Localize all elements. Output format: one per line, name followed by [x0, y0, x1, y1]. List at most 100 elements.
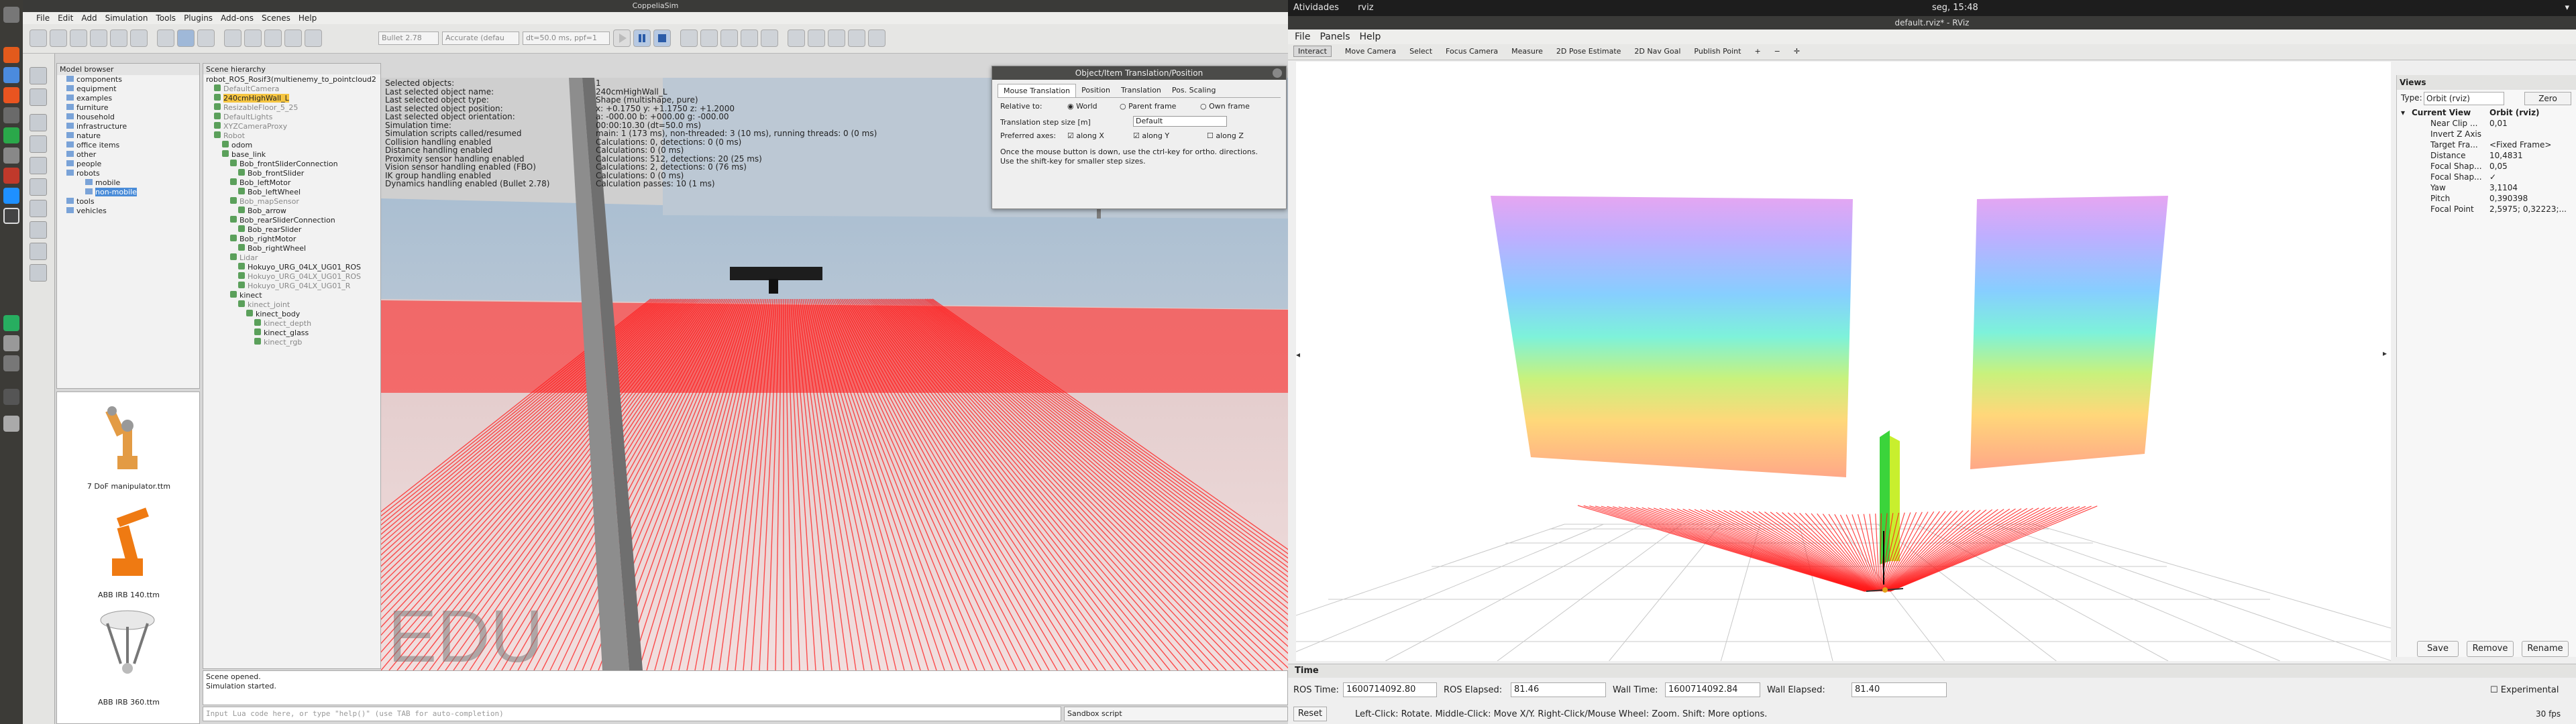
properties-icon[interactable]	[30, 114, 47, 131]
camera-shift-icon[interactable]	[70, 29, 87, 47]
scene-name[interactable]: robot_ROS_Rosif3(multienemy_to_pointclou…	[203, 74, 380, 84]
realtime-icon[interactable]	[680, 29, 698, 47]
menu-panels[interactable]: Panels	[1320, 32, 1350, 42]
scene-object-item[interactable]: Hokuyo_URG_04LX_UG01_ROS	[206, 263, 380, 272]
menu-file[interactable]: File	[1295, 32, 1310, 42]
app-icon[interactable]	[3, 315, 19, 331]
software-icon[interactable]	[3, 87, 19, 103]
app-icon[interactable]	[3, 355, 19, 371]
play-icon[interactable]	[613, 29, 631, 47]
visualization-icon[interactable]	[761, 29, 778, 47]
scene-object-item[interactable]: kinect	[206, 291, 380, 300]
current-view-row[interactable]: ▾ Current View Orbit (rviz)	[2397, 107, 2576, 118]
app-icon[interactable]	[3, 188, 19, 204]
save-button[interactable]: Save	[2417, 641, 2459, 657]
object-shift-icon[interactable]	[177, 29, 195, 47]
model-browser-icon[interactable]	[30, 67, 47, 84]
fit-view-icon[interactable]	[130, 29, 148, 47]
tab-translation[interactable]: Translation	[1116, 84, 1167, 97]
menu-plugins[interactable]: Plugins	[184, 13, 213, 23]
scene-object-item[interactable]: odom	[206, 141, 380, 150]
step-size-select[interactable]: Default	[1133, 116, 1227, 127]
dynamics-icon[interactable]	[305, 29, 322, 47]
view-property-row[interactable]: Yaw 3,1104	[2397, 182, 2576, 193]
eye-icon[interactable]	[808, 29, 825, 47]
scene-object-item[interactable]: Bob_frontSliderConnection	[206, 160, 380, 169]
view-property-row[interactable]: Focal Shap... 0,05	[2397, 161, 2576, 172]
transfer-dna-icon[interactable]	[244, 29, 262, 47]
scene-object-item[interactable]: Bob_frontSlider	[206, 169, 380, 178]
view-property-row[interactable]: Invert Z Axis	[2397, 129, 2576, 139]
tool-select[interactable]: Select	[1409, 47, 1432, 56]
app-icon[interactable]	[3, 147, 19, 164]
checkbox-along-y[interactable]: ☑ along Y	[1133, 131, 1169, 140]
camera-angle-icon[interactable]	[110, 29, 127, 47]
scene-object-item[interactable]: Robot	[206, 131, 380, 141]
scene-object-item[interactable]: XYZCameraProxy	[206, 122, 380, 131]
clock[interactable]: seg, 15:48	[1932, 0, 1978, 16]
scene-object-item[interactable]: kinect_body	[206, 310, 380, 319]
scene-object-item[interactable]: kinect_joint	[206, 300, 380, 310]
wall-elapsed-field[interactable]: 81.40	[1851, 682, 1947, 697]
app-icon[interactable]	[3, 335, 19, 351]
radio-world[interactable]: ◉ World	[1067, 102, 1097, 111]
files-icon[interactable]	[3, 67, 19, 83]
app-menu[interactable]: rviz	[1358, 3, 1373, 13]
zero-button[interactable]: Zero	[2524, 92, 2571, 105]
scene-object-item[interactable]: Bob_leftWheel	[206, 188, 380, 197]
app-icon[interactable]	[3, 127, 19, 143]
model-folder-item[interactable]: household	[61, 113, 199, 122]
lua-command-input[interactable]: Input Lua code here, or type "help()" (u…	[203, 707, 1061, 721]
script-icon[interactable]	[848, 29, 865, 47]
collapse-right-icon[interactable]: ▸	[2383, 349, 2387, 358]
scene-object-item[interactable]: Lidar	[206, 253, 380, 263]
model-folder-item[interactable]: mobile	[61, 178, 199, 188]
system-menu-icon[interactable]: ▾	[2565, 0, 2569, 16]
app-icon[interactable]	[3, 389, 19, 405]
app-icon[interactable]	[3, 416, 19, 432]
reset-button[interactable]: Reset	[1293, 707, 1327, 721]
checkbox-along-x[interactable]: ☑ along X	[1067, 131, 1104, 140]
pause-icon[interactable]	[633, 29, 651, 47]
faster-icon[interactable]	[720, 29, 738, 47]
wall-time-field[interactable]: 1600714092.84	[1665, 682, 1760, 697]
menu-tools[interactable]: Tools	[156, 13, 176, 23]
radio-parent-frame[interactable]: ○ Parent frame	[1120, 102, 1176, 111]
scene-object-item[interactable]: kinect_depth	[206, 319, 380, 328]
rviz-3d-view[interactable]: ◂	[1296, 62, 2391, 661]
physics-accuracy-select[interactable]: Accurate (defau	[442, 32, 519, 45]
menu-help[interactable]: Help	[1360, 32, 1381, 42]
ros-elapsed-field[interactable]: 81.46	[1511, 682, 1606, 697]
model-folder-item[interactable]: vehicles	[61, 206, 199, 216]
scene-object-item[interactable]: Bob_rightWheel	[206, 244, 380, 253]
model-folder-item[interactable]: examples	[61, 94, 199, 103]
scene-object-item[interactable]: Bob_arrow	[206, 206, 380, 216]
manipulator-thumbnail[interactable]	[97, 399, 158, 479]
scene-object-item[interactable]: DefaultLights	[206, 113, 380, 122]
crosshair-icon[interactable]: ✛	[1794, 47, 1800, 56]
tool-interact[interactable]: Interact	[1293, 46, 1332, 57]
object-rotate-icon[interactable]	[197, 29, 215, 47]
scene-object-item[interactable]: Bob_rearSlider	[206, 225, 380, 235]
ros-time-field[interactable]: 1600714092.80	[1343, 682, 1437, 697]
scene-page-icon[interactable]	[788, 29, 805, 47]
model-folder-item[interactable]: components	[61, 75, 199, 84]
tool-move-camera[interactable]: Move Camera	[1345, 47, 1396, 56]
selection-icon[interactable]	[30, 243, 47, 260]
model-folder-item[interactable]: infrastructure	[61, 122, 199, 131]
tab-position[interactable]: Position	[1076, 84, 1116, 97]
model-folder-item[interactable]: nature	[61, 131, 199, 141]
slower-icon[interactable]	[700, 29, 718, 47]
scene-object-item[interactable]: 240cmHighWall_L	[206, 94, 380, 103]
scene-object-item[interactable]: kinect_glass	[206, 328, 380, 338]
model-folder-item[interactable]: furniture	[61, 103, 199, 113]
firefox-icon[interactable]	[3, 47, 19, 63]
terminal-icon[interactable]	[3, 107, 19, 123]
menu-simulation[interactable]: Simulation	[105, 13, 148, 23]
model-folder-item[interactable]: people	[61, 160, 199, 169]
sandbox-select[interactable]: Sandbox script	[1064, 707, 1288, 721]
tool-2d-pose-estimate[interactable]: 2D Pose Estimate	[1556, 47, 1621, 56]
scene-object-item[interactable]: Hokuyo_URG_04LX_UG01_R	[206, 282, 380, 291]
minus-icon[interactable]: −	[1774, 47, 1780, 56]
tool-focus-camera[interactable]: Focus Camera	[1446, 47, 1498, 56]
